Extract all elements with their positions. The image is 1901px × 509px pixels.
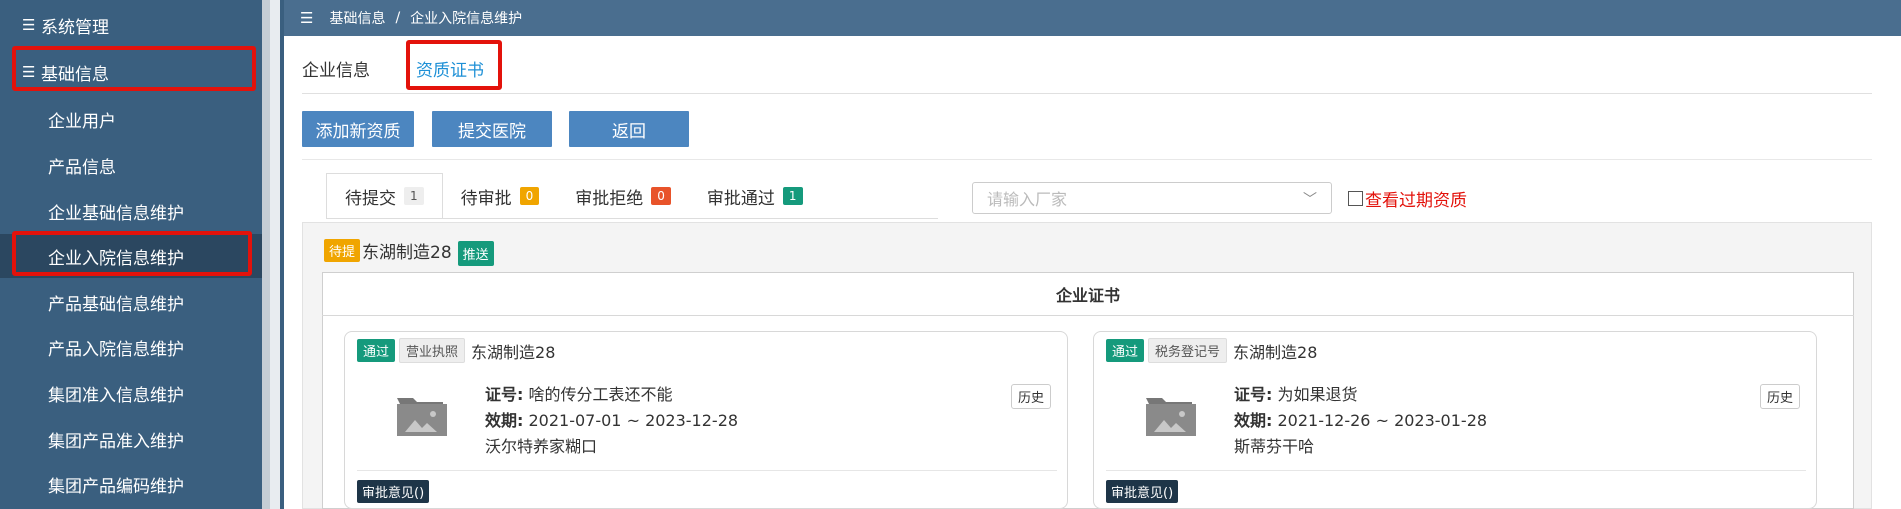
highlight-box — [12, 231, 252, 276]
count-badge: 0 — [651, 187, 671, 205]
status-badge: 待提 — [324, 239, 361, 262]
expired-qualification-checkbox[interactable]: 查看过期资质 — [1348, 186, 1467, 211]
highlight-box — [12, 46, 256, 91]
breadcrumb: ☰ 基础信息 / 企业入院信息维护 — [284, 0, 1901, 36]
tab-label: 审批通过 — [706, 188, 775, 209]
divider — [1106, 470, 1806, 471]
add-qualification-button[interactable]: 添加新资质 — [302, 111, 414, 147]
history-button[interactable]: 历史 — [1010, 384, 1051, 409]
approval-opinion-button[interactable]: 审批意见() — [357, 480, 430, 503]
sidebar-item-label: 产品信息 — [48, 157, 116, 178]
menu-toggle-icon[interactable]: ☰ — [300, 9, 313, 27]
status-badge: 通过 — [357, 339, 396, 362]
sidebar-scrollbar-track[interactable] — [262, 0, 270, 509]
breadcrumb-separator: / — [395, 10, 401, 26]
cert-validity: 2021-07-01 ~ 2023-12-28 — [528, 411, 739, 430]
count-badge: 1 — [404, 187, 424, 205]
push-button[interactable]: 推送 — [457, 241, 494, 266]
panel-header: 待提 东湖制造28 推送 — [324, 235, 494, 266]
cert-number-label: 证号: — [1234, 385, 1273, 404]
card-header: 通过 税务登记号 东湖制造28 — [1106, 338, 1317, 363]
checkbox-label: 查看过期资质 — [1365, 191, 1467, 211]
cert-validity-label: 效期: — [485, 411, 524, 430]
sidebar-item-product-info[interactable]: 产品信息 — [0, 143, 262, 187]
tab-label: 待提交 — [345, 188, 396, 209]
sidebar-group-system[interactable]: ☰ 系统管理 — [0, 2, 262, 48]
cert-info: 证号: 为如果退货 效期: 2021-12-26 ~ 2023-01-28 斯蒂… — [1234, 382, 1487, 460]
sidebar-item-product-basic[interactable]: 产品基础信息维护 — [0, 280, 262, 324]
tab-label: 待审批 — [460, 188, 512, 209]
cert-number: 啥的传分工表还不能 — [528, 385, 673, 404]
tab-pending-approval[interactable]: 待审批 0 — [443, 173, 558, 219]
sidebar-item-label: 集团产品编码维护 — [48, 476, 184, 497]
submit-hospital-button[interactable]: 提交医院 — [432, 111, 552, 147]
cert-validity-label: 效期: — [1234, 411, 1273, 430]
tab-pending-submit[interactable]: 待提交 1 — [326, 173, 443, 219]
tabs-underline — [326, 218, 938, 219]
divider — [302, 93, 1872, 94]
checkbox-box[interactable] — [1348, 191, 1363, 206]
status-tabs: 待提交 1 待审批 0 审批拒绝 0 审批通过 1 — [326, 173, 821, 219]
company-name: 东湖制造28 — [471, 342, 556, 362]
cert-number-label: 证号: — [485, 385, 524, 404]
section-title: 企业证书 — [322, 272, 1854, 316]
cert-type-badge: 营业执照 — [399, 338, 466, 363]
cert-validity-row: 效期: 2021-12-26 ~ 2023-01-28 — [1234, 408, 1487, 434]
folder-icon — [397, 398, 447, 436]
sidebar-item-group-product-code[interactable]: 集团产品编码维护 — [0, 462, 262, 506]
highlight-box — [406, 40, 502, 90]
sidebar-item-enterprise-basic[interactable]: 企业基础信息维护 — [0, 189, 262, 233]
cert-note: 斯蒂芬干哈 — [1234, 437, 1315, 456]
cert-info: 证号: 啥的传分工表还不能 效期: 2021-07-01 ~ 2023-12-2… — [485, 382, 738, 460]
sidebar-item-label: 产品基础信息维护 — [48, 294, 184, 315]
card-header: 通过 营业执照 东湖制造28 — [357, 338, 555, 363]
cert-number: 为如果退货 — [1277, 385, 1358, 404]
divider — [357, 470, 1057, 471]
manufacturer-select[interactable]: 请输入厂家 ﹀ — [972, 182, 1332, 214]
approval-opinion-button[interactable]: 审批意见() — [1106, 480, 1179, 503]
cert-note: 沃尔特养家糊口 — [485, 437, 598, 456]
count-badge: 1 — [782, 187, 803, 205]
cert-validity: 2021-12-26 ~ 2023-01-28 — [1277, 411, 1488, 430]
sidebar-item-product-admission[interactable]: 产品入院信息维护 — [0, 325, 262, 369]
certificate-card: 通过 营业执照 东湖制造28 证号: 啥的传分工表还不能 效期: 2021-07… — [344, 331, 1068, 509]
select-placeholder: 请输入厂家 — [987, 190, 1068, 209]
sidebar-divider — [270, 0, 280, 509]
company-name: 东湖制造28 — [1233, 342, 1318, 362]
sidebar-item-label: 集团准入信息维护 — [48, 385, 184, 406]
sidebar-item-label: 产品入院信息维护 — [48, 339, 184, 360]
cert-validity-row: 效期: 2021-07-01 ~ 2023-12-28 — [485, 408, 738, 434]
count-badge: 0 — [519, 187, 540, 205]
breadcrumb-root[interactable]: 基础信息 — [329, 8, 385, 28]
back-button[interactable]: 返回 — [569, 111, 689, 147]
divider — [302, 159, 1872, 160]
chevron-down-icon: ﹀ — [1303, 192, 1317, 208]
sidebar-item-group-admission[interactable]: 集团准入信息维护 — [0, 371, 262, 415]
cert-number-row: 证号: 啥的传分工表还不能 — [485, 382, 738, 408]
status-badge: 通过 — [1106, 339, 1145, 362]
sidebar-item-group-product-admission[interactable]: 集团产品准入维护 — [0, 417, 262, 461]
sidebar-item-label: 集团产品准入维护 — [48, 431, 184, 452]
tab-approval-rejected[interactable]: 审批拒绝 0 — [557, 173, 689, 219]
sidebar-group-label: 系统管理 — [41, 17, 109, 38]
sidebar-item-label: 企业用户 — [48, 111, 116, 132]
cert-number-row: 证号: 为如果退货 — [1234, 382, 1487, 408]
enterprise-name: 东湖制造28 — [362, 243, 452, 263]
breadcrumb-current: 企业入院信息维护 — [410, 11, 523, 27]
folder-icon — [1146, 398, 1196, 436]
cert-type-badge: 税务登记号 — [1148, 338, 1228, 363]
certificate-card: 通过 税务登记号 东湖制造28 证号: 为如果退货 效期: 2021-12-26… — [1093, 331, 1817, 509]
sidebar-item-enterprise-users[interactable]: 企业用户 — [0, 97, 262, 141]
tab-enterprise-info[interactable]: 企业信息 — [302, 56, 370, 81]
tab-label: 审批拒绝 — [575, 188, 644, 209]
list-icon: ☰ — [22, 16, 36, 34]
history-button[interactable]: 历史 — [1759, 384, 1800, 409]
sidebar-item-label: 企业基础信息维护 — [48, 203, 184, 224]
tab-approval-passed[interactable]: 审批通过 1 — [689, 173, 821, 219]
